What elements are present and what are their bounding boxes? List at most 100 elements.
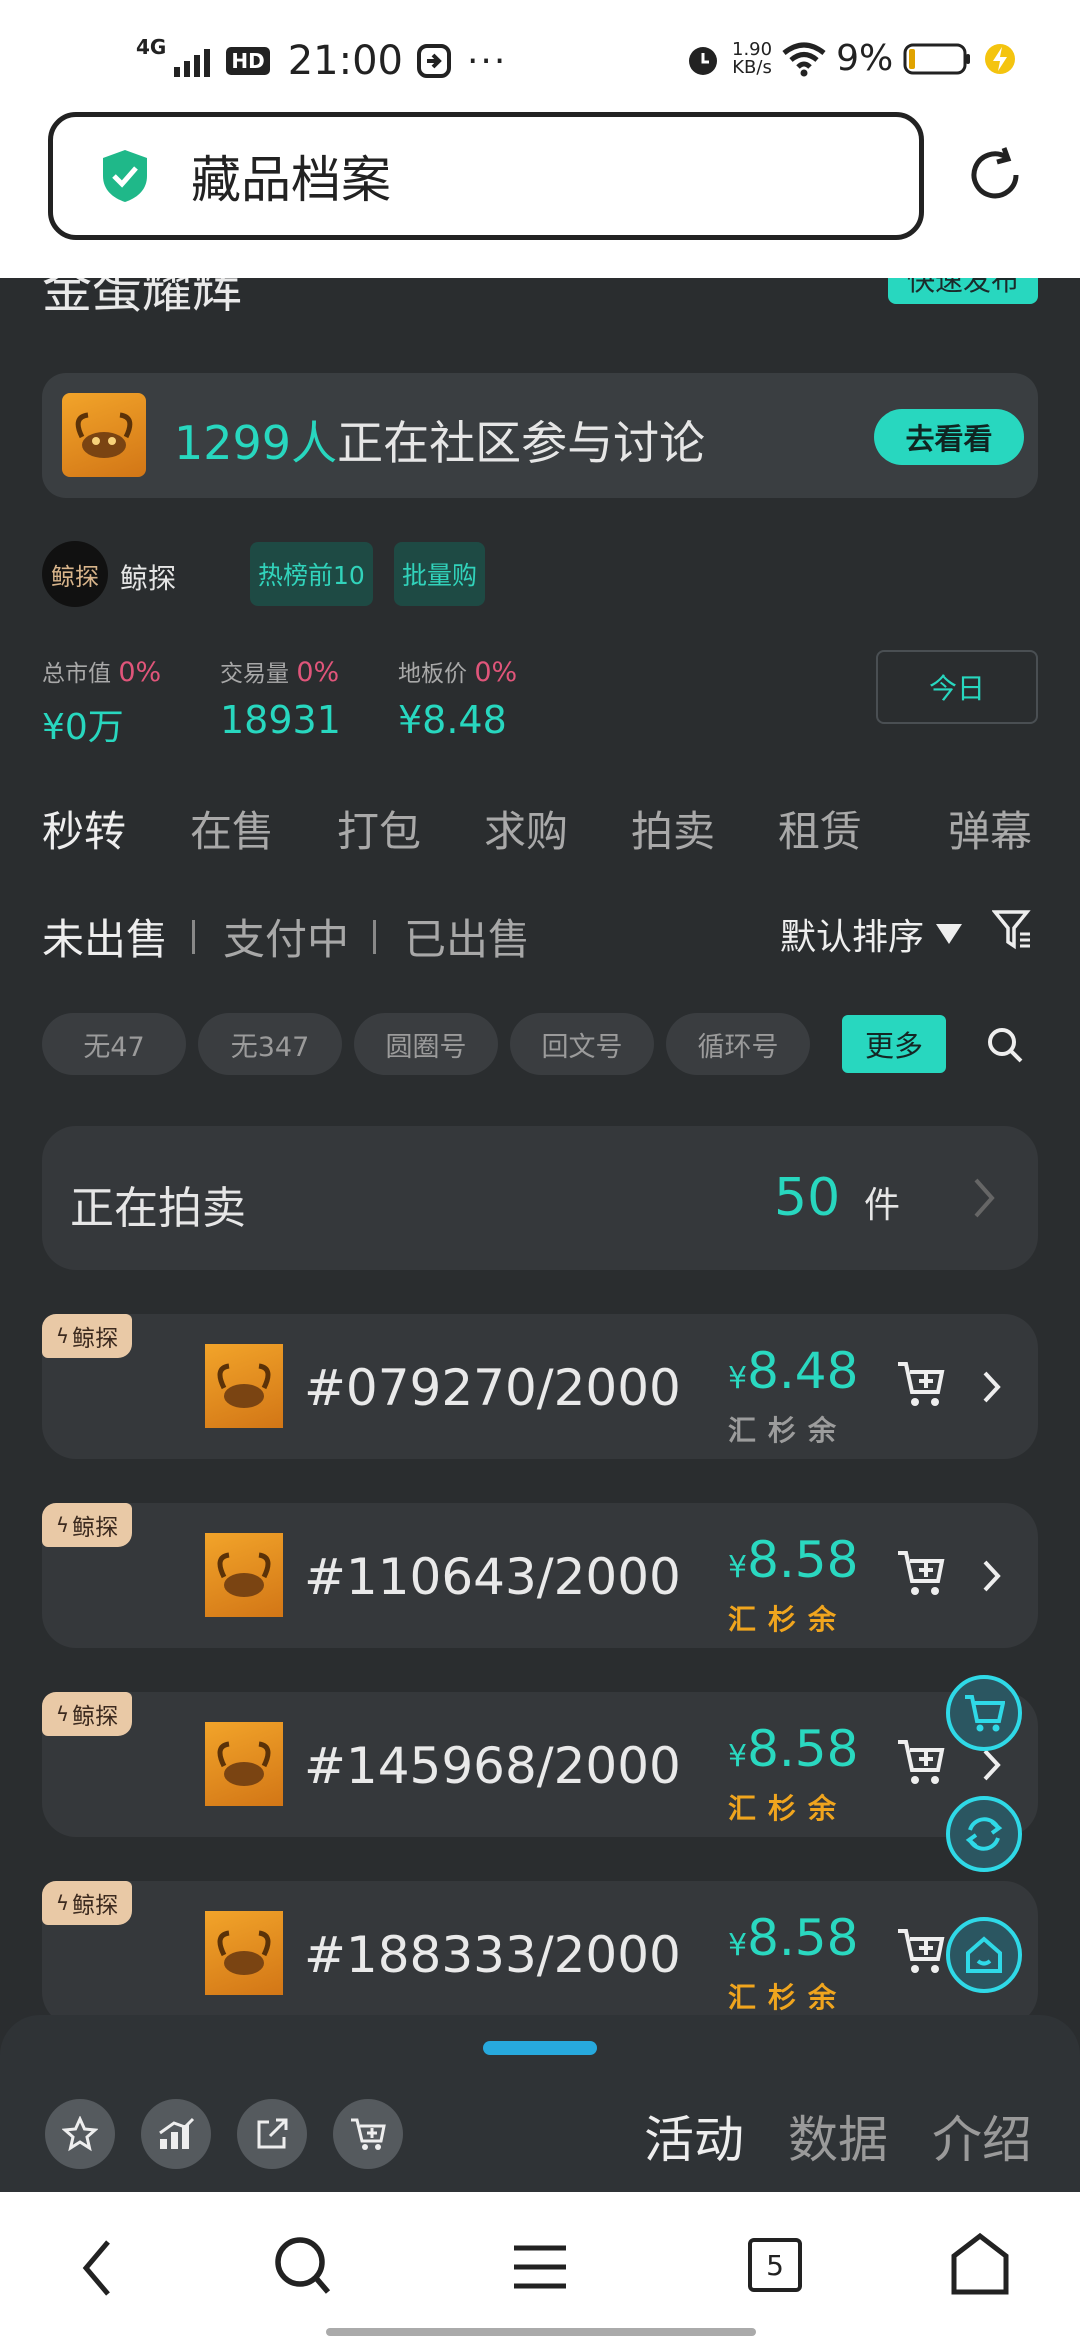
- signal-icon: [174, 49, 211, 77]
- tabs-count-button[interactable]: 5: [748, 2238, 802, 2292]
- subtab-sold[interactable]: 已出售: [404, 906, 530, 967]
- add-to-cart-icon[interactable]: [896, 1360, 946, 1408]
- filter-chip[interactable]: 循环号: [666, 1013, 810, 1075]
- publisher-name[interactable]: 鲸探: [120, 557, 176, 597]
- stat-change: 0%: [474, 657, 518, 688]
- golden-crab-image: [75, 412, 133, 458]
- subtab-paying[interactable]: 支付中: [223, 906, 349, 967]
- listing-card[interactable]: ϟ 鲸探 #110643/2000 ¥8.58 汇杉余: [42, 1503, 1038, 1648]
- url-field[interactable]: 藏品档案: [48, 112, 924, 240]
- price-marks: 汇杉余: [728, 1981, 849, 2014]
- discussion-text: 1299人 正在社区参与讨论: [174, 407, 705, 473]
- price-marks: 汇杉余: [728, 1414, 849, 1447]
- price-marks: 汇杉余: [728, 1792, 849, 1825]
- item-price: ¥8.58: [728, 1909, 858, 1967]
- browser-nav-bar: 5: [0, 2192, 1080, 2340]
- item-thumbnail: [205, 1533, 283, 1617]
- chevron-right-icon[interactable]: [982, 1748, 1002, 1782]
- subtab-unsold[interactable]: 未出售: [42, 906, 168, 967]
- favorite-button[interactable]: [45, 2099, 115, 2169]
- tab-instant-transfer[interactable]: 秒转: [42, 798, 126, 859]
- auction-count: 50: [774, 1168, 841, 1228]
- add-to-cart-icon[interactable]: [896, 1927, 946, 1975]
- item-serial: #145968/2000: [304, 1737, 681, 1795]
- bulk-buy-tag[interactable]: 批量购: [394, 542, 486, 606]
- search-icon[interactable]: [272, 2234, 334, 2298]
- chart-button[interactable]: [141, 2099, 211, 2169]
- source-tag-text: 鲸探: [72, 1515, 119, 1541]
- sort-dropdown[interactable]: 默认排序: [780, 908, 964, 960]
- lightning-icon: ϟ: [55, 1324, 70, 1348]
- publisher-logo[interactable]: 鲸探: [42, 541, 108, 607]
- quick-publish-button[interactable]: 快速发布: [888, 278, 1038, 304]
- bottom-sheet: 活动 数据 介绍: [0, 2015, 1080, 2192]
- add-to-cart-icon[interactable]: [896, 1549, 946, 1597]
- source-tag-text: 鲸探: [72, 1704, 119, 1730]
- discussion-label: 正在社区参与讨论: [337, 416, 706, 470]
- cart-button[interactable]: [333, 2099, 403, 2169]
- home-icon[interactable]: [950, 2232, 1010, 2296]
- chevron-right-icon[interactable]: [982, 1559, 1002, 1593]
- drag-handle[interactable]: [483, 2041, 597, 2055]
- filter-chip[interactable]: 回文号: [510, 1013, 654, 1075]
- source-tag-text: 鲸探: [72, 1326, 119, 1352]
- item-price: ¥8.58: [728, 1720, 858, 1778]
- discussion-banner[interactable]: 1299人 正在社区参与讨论 去看看: [42, 373, 1038, 498]
- tab-intro[interactable]: 介绍: [932, 2100, 1032, 2172]
- add-to-cart-icon[interactable]: [896, 1738, 946, 1786]
- auction-label: 正在拍卖: [70, 1183, 246, 1234]
- source-tag: ϟ 鲸探: [42, 1503, 132, 1547]
- tab-auction[interactable]: 拍卖: [631, 798, 715, 859]
- listing-card[interactable]: ϟ 鲸探 #145968/2000 ¥8.58 汇杉余: [42, 1692, 1038, 1837]
- main-tabs: 秒转 在售 打包 求购 拍卖 租赁 弹幕: [42, 798, 1038, 868]
- item-price: ¥8.48: [728, 1342, 858, 1400]
- more-filters-button[interactable]: 更多: [842, 1015, 946, 1073]
- price-value: 8.48: [747, 1342, 859, 1400]
- gesture-bar[interactable]: [326, 2328, 756, 2336]
- filter-chip[interactable]: 圆圈号: [354, 1013, 498, 1075]
- filter-chip[interactable]: 无47: [42, 1013, 186, 1075]
- floating-cart-button[interactable]: [946, 1675, 1022, 1751]
- hot-rank-tag: 热榜前10: [250, 542, 373, 606]
- price-marks: 汇杉余: [728, 1603, 849, 1636]
- menu-icon[interactable]: [512, 2244, 568, 2290]
- go-see-button[interactable]: 去看看: [874, 409, 1024, 465]
- tab-activity[interactable]: 活动: [644, 2100, 744, 2172]
- tab-bundle[interactable]: 打包: [337, 798, 421, 859]
- filter-chip[interactable]: 无347: [198, 1013, 342, 1075]
- battery-percent: 9%: [836, 38, 894, 79]
- listing-card[interactable]: ϟ 鲸探 #188333/2000 ¥8.58 汇杉余: [42, 1881, 1038, 2026]
- item-thumbnail: [205, 1911, 283, 1995]
- chevron-right-icon[interactable]: [982, 1370, 1002, 1404]
- currency-symbol: ¥: [728, 1928, 748, 1963]
- stat-value: 18931: [220, 698, 341, 742]
- tab-on-sale[interactable]: 在售: [190, 798, 274, 859]
- tab-danmaku[interactable]: 弹幕: [948, 798, 1032, 859]
- search-icon[interactable]: [986, 1026, 1024, 1064]
- currency-symbol: ¥: [728, 1739, 748, 1774]
- source-tag: ϟ 鲸探: [42, 1314, 132, 1358]
- back-icon[interactable]: [80, 2238, 114, 2298]
- tab-data[interactable]: 数据: [788, 2100, 888, 2172]
- listing-card[interactable]: ϟ 鲸探 #079270/2000 ¥8.48 汇杉余: [42, 1314, 1038, 1459]
- stat-label: 地板价: [398, 661, 467, 687]
- period-select-button[interactable]: 今日: [876, 650, 1038, 724]
- tab-wanted[interactable]: 求购: [484, 798, 568, 859]
- floating-home-button[interactable]: [946, 1917, 1022, 1993]
- floating-refresh-button[interactable]: [946, 1796, 1022, 1872]
- auction-banner[interactable]: 正在拍卖 50 件: [42, 1126, 1038, 1270]
- share-button[interactable]: [237, 2099, 307, 2169]
- reload-icon[interactable]: [964, 144, 1026, 206]
- item-serial: #188333/2000: [304, 1926, 681, 1984]
- lightning-icon: ϟ: [55, 1702, 70, 1726]
- collection-thumbnail: [62, 393, 146, 477]
- currency-symbol: ¥: [728, 1361, 748, 1396]
- lightning-icon: ϟ: [55, 1513, 70, 1537]
- stat-label: 总市值: [42, 661, 111, 687]
- tab-rental[interactable]: 租赁: [778, 798, 862, 859]
- price-value: 8.58: [747, 1720, 859, 1778]
- speed-value: 1.90: [732, 38, 773, 60]
- filter-icon[interactable]: [992, 908, 1032, 952]
- item-thumbnail: [205, 1722, 283, 1806]
- collection-title: 金蛋耀辉: [42, 278, 242, 319]
